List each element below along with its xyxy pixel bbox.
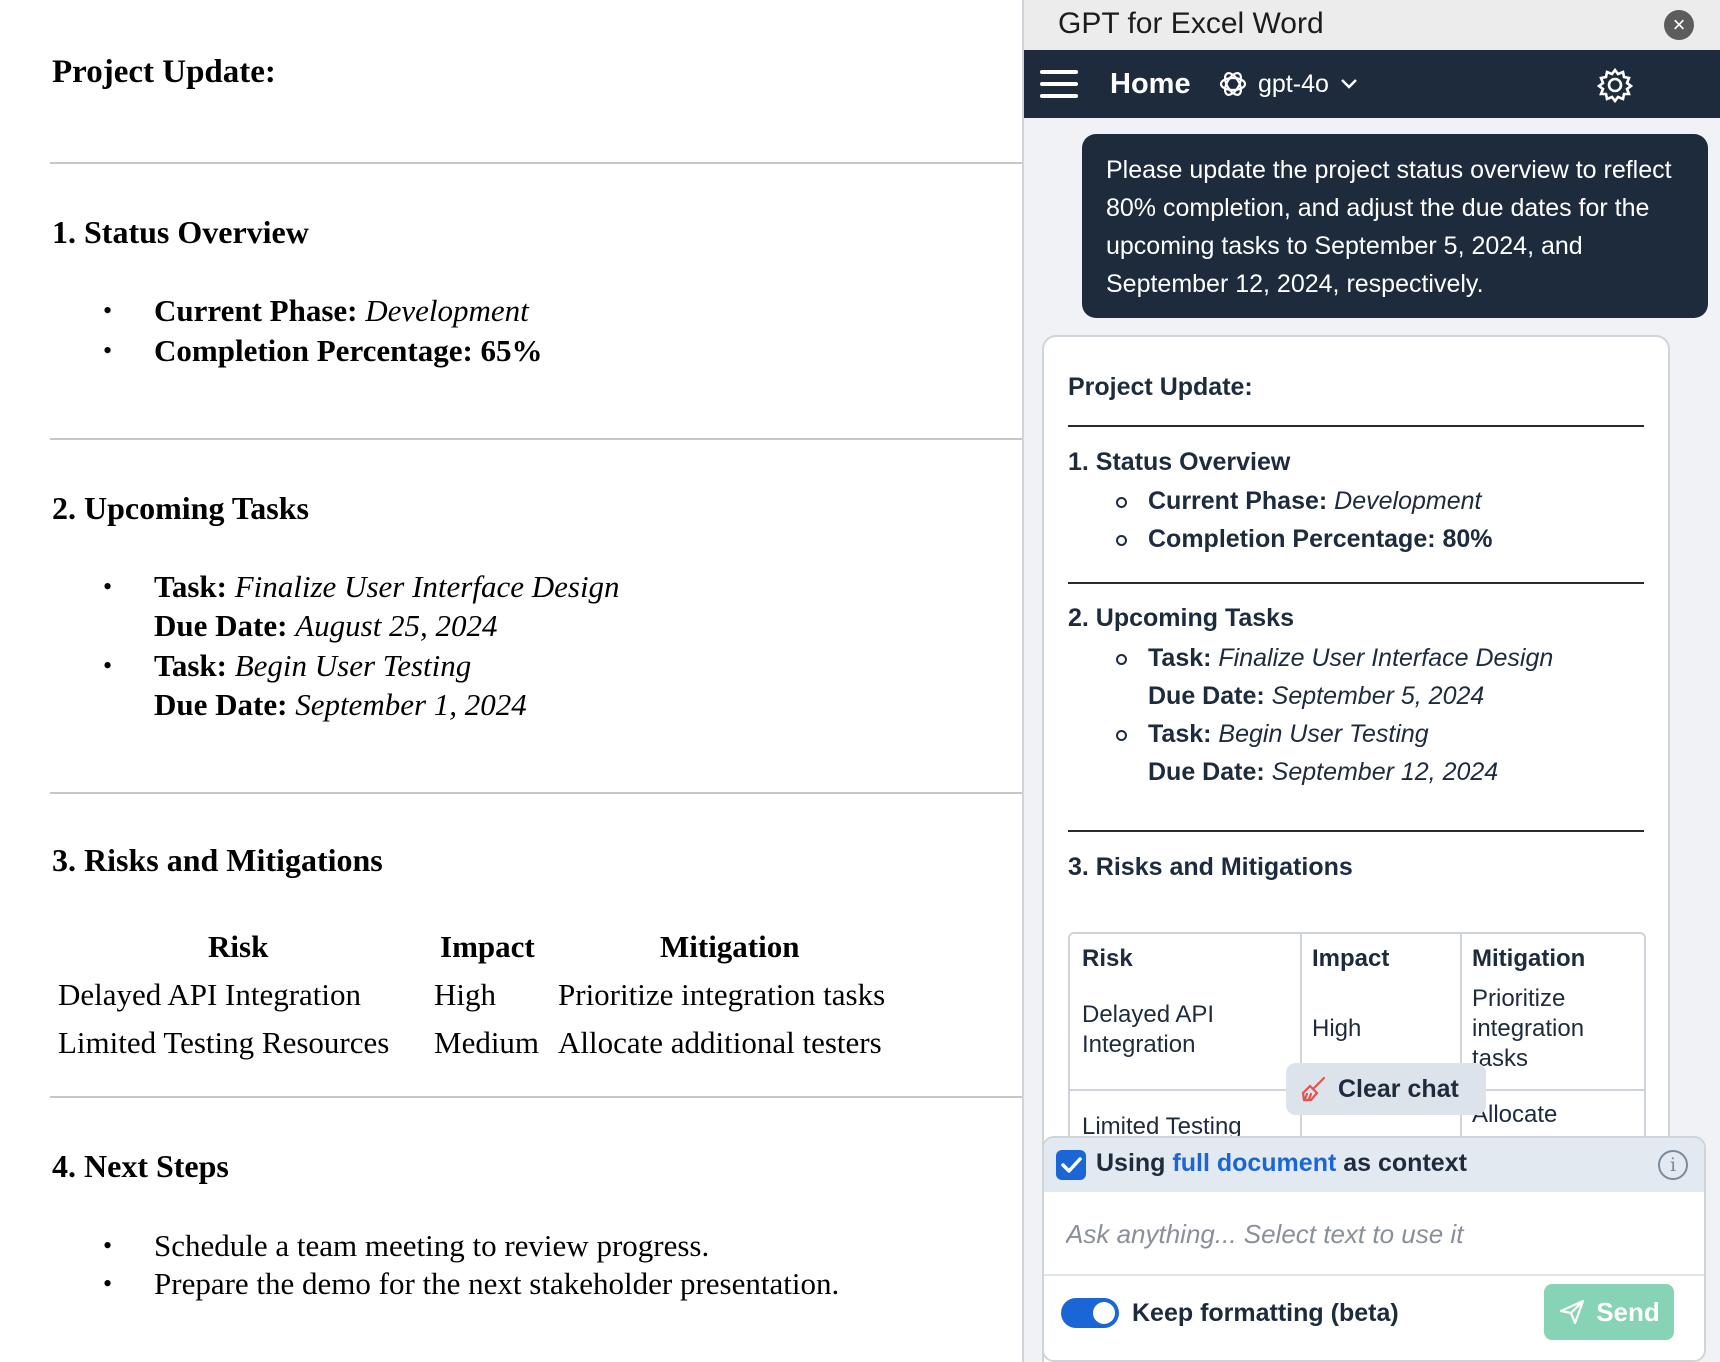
table-header: Impact: [1312, 945, 1390, 972]
doc-bullet-phase: • Current Phase: Development: [103, 293, 529, 328]
model-label: gpt-4o: [1258, 69, 1329, 98]
horizontal-rule: [1068, 425, 1644, 427]
doc-bullet-next-1: • Schedule a team meeting to review prog…: [103, 1228, 710, 1263]
use-context-checkbox[interactable]: [1056, 1150, 1086, 1180]
response-bullet-task-1: Task: Finalize User Interface Design Due…: [1116, 639, 1553, 715]
keep-formatting-toggle[interactable]: [1061, 1298, 1119, 1328]
response-heading-risks: 3. Risks and Mitigations: [1068, 853, 1353, 881]
send-icon: [1560, 1299, 1585, 1325]
table-cell: Limited Testing Resources: [58, 1025, 390, 1060]
table-cell: Allocate additional testers: [558, 1025, 882, 1060]
nav-home[interactable]: Home: [1110, 68, 1191, 101]
table-header: Mitigation: [1472, 945, 1586, 972]
bullet-icon: •: [103, 296, 113, 325]
pane-titlebar: GPT for Excel Word ×: [1024, 0, 1720, 50]
send-label: Send: [1596, 1296, 1660, 1327]
doc-heading-next-steps: 4. Next Steps: [52, 1148, 229, 1184]
doc-bullet-task-1: • Task: Finalize User Interface Design D…: [103, 569, 620, 643]
horizontal-rule: [1068, 582, 1644, 584]
table-cell: Delayed API Integration: [1082, 1001, 1215, 1058]
broom-icon: [1301, 1076, 1326, 1102]
ask-input[interactable]: [1044, 1194, 1704, 1274]
circle-bullet-icon: [1116, 535, 1127, 546]
response-heading-tasks: 2. Upcoming Tasks: [1068, 604, 1294, 632]
clear-chat-button[interactable]: Clear chat: [1286, 1063, 1486, 1115]
horizontal-rule: [50, 792, 1022, 794]
table-header: Risk: [1082, 945, 1133, 972]
full-document-link[interactable]: full document: [1172, 1149, 1336, 1177]
model-selector[interactable]: gpt-4o: [1218, 66, 1359, 102]
horizontal-rule: [50, 162, 1022, 164]
response-heading-status: 1. Status Overview: [1068, 448, 1291, 476]
doc-bullet-task-2: • Task: Begin User Testing Due Date: Sep…: [103, 648, 527, 722]
bullet-icon: •: [103, 651, 113, 680]
info-icon[interactable]: i: [1658, 1150, 1688, 1180]
pane-navbar: Home gpt-4o: [1024, 50, 1720, 118]
response-bullet-phase: Current Phase: Development: [1116, 482, 1481, 520]
checkmark-icon: [1061, 1157, 1082, 1173]
send-button[interactable]: Send: [1544, 1284, 1674, 1340]
table-cell: Medium: [434, 1025, 540, 1060]
doc-heading-status: 1. Status Overview: [52, 214, 309, 250]
keep-formatting-label: Keep formatting (beta): [1132, 1299, 1399, 1327]
table-header: Impact: [440, 929, 535, 964]
response-bullet-task-2: Task: Begin User Testing Due Date: Septe…: [1116, 715, 1498, 791]
horizontal-rule: [1068, 830, 1644, 832]
doc-heading-risks: 3. Risks and Mitigations: [52, 842, 383, 878]
word-document[interactable]: Project Update: 1. Status Overview • Cur…: [0, 0, 1022, 1362]
doc-bullet-completion: • Completion Percentage: 65%: [103, 333, 543, 368]
table-cell: Delayed API Integration: [58, 977, 362, 1012]
circle-bullet-icon: [1116, 497, 1127, 508]
context-bar: Using full document as context i: [1044, 1138, 1704, 1192]
gpt-addin-pane: GPT for Excel Word × Home gpt-4o Please …: [1022, 0, 1720, 1362]
pane-title: GPT for Excel Word: [1058, 7, 1324, 40]
hamburger-menu-icon[interactable]: [1040, 70, 1078, 100]
circle-bullet-icon: [1116, 654, 1127, 665]
table-header: Mitigation: [660, 929, 800, 964]
clear-chat-label: Clear chat: [1338, 1074, 1459, 1103]
bullet-icon: •: [103, 336, 113, 365]
table-cell: Prioritize integration tasks: [1472, 985, 1585, 1072]
chat-composer: Using full document as context i Keep fo…: [1042, 1136, 1706, 1362]
table-cell: High: [434, 977, 496, 1012]
circle-bullet-icon: [1116, 730, 1127, 741]
table-cell: Prioritize integration tasks: [558, 977, 886, 1012]
table-cell: High: [1312, 1015, 1362, 1042]
bullet-icon: •: [103, 1269, 113, 1298]
table-header: Risk: [208, 929, 269, 964]
doc-title: Project Update:: [52, 54, 276, 90]
chevron-down-icon: [1341, 79, 1357, 89]
openai-logo-icon: [1219, 72, 1247, 96]
response-bullet-completion: Completion Percentage: 80%: [1116, 520, 1493, 558]
horizontal-rule: [50, 438, 1022, 440]
doc-bullet-next-2: • Prepare the demo for the next stakehol…: [103, 1266, 840, 1301]
close-icon[interactable]: ×: [1664, 10, 1694, 40]
user-message-bubble: Please update the project status overvie…: [1082, 134, 1708, 318]
bullet-icon: •: [103, 572, 113, 601]
horizontal-rule: [50, 1096, 1022, 1098]
bullet-icon: •: [103, 1231, 113, 1260]
response-title: Project Update:: [1068, 373, 1253, 401]
doc-heading-tasks: 2. Upcoming Tasks: [52, 490, 309, 526]
gear-icon[interactable]: [1596, 66, 1634, 104]
context-label: Using full document as context: [1096, 1149, 1467, 1177]
